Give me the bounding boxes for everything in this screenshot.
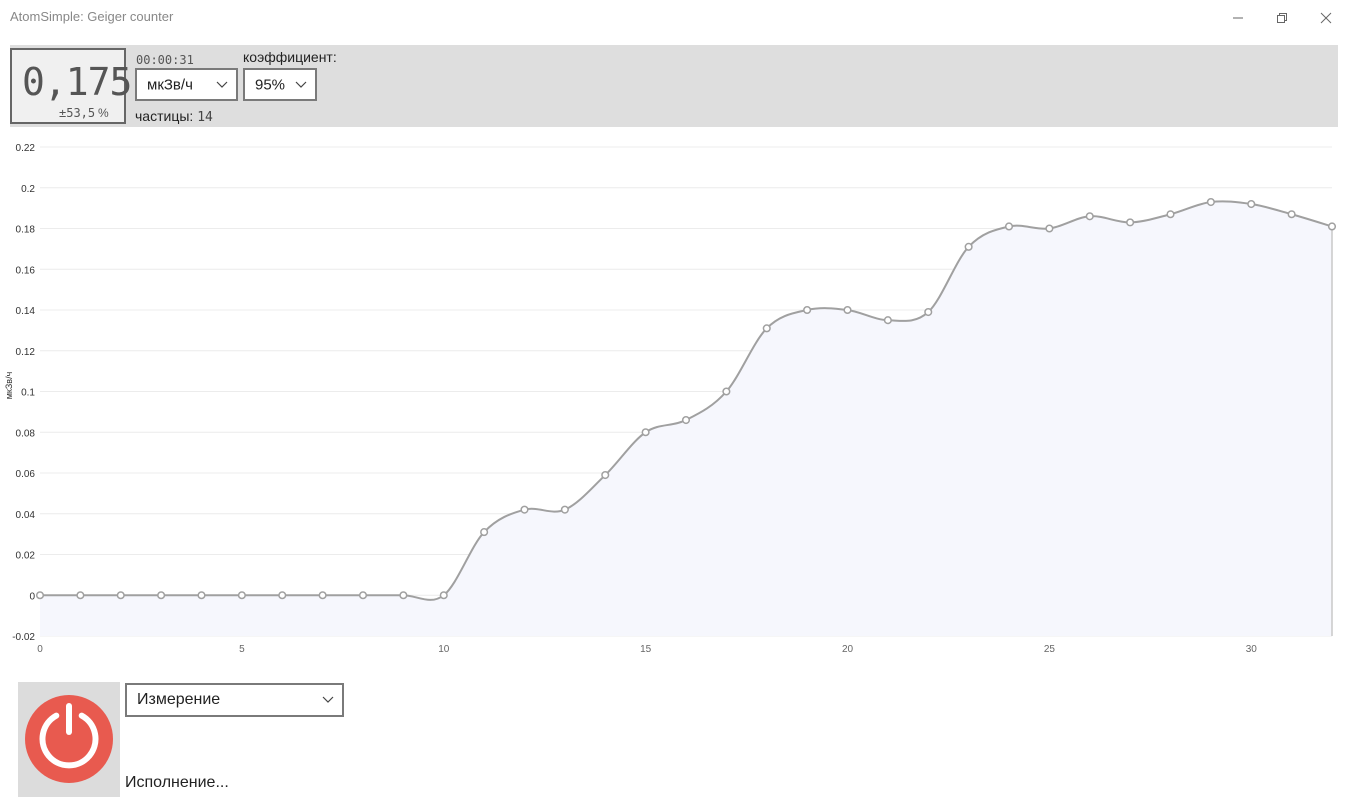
unit-select[interactable]: мкЗв/ч [135, 68, 238, 101]
data-point [237, 591, 246, 600]
window-title: AtomSimple: Geiger counter [10, 9, 174, 24]
particles-label: частицы: [135, 108, 194, 124]
data-point [641, 428, 650, 437]
y-axis-label: мкЗв/ч [4, 371, 14, 399]
data-point [1327, 222, 1337, 231]
y-tick-label: 0.08 [16, 428, 36, 439]
data-point [803, 305, 812, 315]
x-tick-label: 10 [438, 644, 450, 655]
data-point [439, 591, 448, 600]
mode-select-value: Измерение [137, 691, 221, 708]
chevron-down-icon [216, 81, 228, 88]
y-tick-label: 0.02 [16, 551, 36, 562]
data-point [1247, 200, 1256, 209]
mode-select[interactable]: Измерение [125, 683, 344, 717]
data-point [762, 324, 771, 333]
data-point [964, 242, 973, 251]
data-point [924, 307, 933, 317]
data-point [1166, 210, 1175, 219]
error-unit: % [98, 106, 109, 120]
data-point [843, 305, 852, 315]
power-icon [25, 695, 113, 783]
data-point [1004, 222, 1014, 231]
unit-select-value: мкЗв/ч [147, 76, 193, 93]
x-tick-label: 30 [1246, 644, 1258, 655]
particles-count: 14 [197, 110, 213, 125]
particles-readout: частицы: 14 [135, 108, 213, 125]
y-tick-label: 0.14 [16, 306, 36, 317]
data-point [480, 528, 489, 537]
chevron-down-icon [295, 81, 307, 88]
close-button[interactable] [1306, 4, 1346, 32]
data-point [1126, 218, 1135, 227]
x-tick-label: 0 [37, 644, 43, 655]
y-tick-label: 0 [29, 591, 35, 602]
data-point [278, 591, 287, 600]
data-point [318, 591, 327, 600]
data-point [35, 591, 45, 600]
title-bar: AtomSimple: Geiger counter [0, 0, 1350, 36]
chevron-down-icon [322, 696, 334, 703]
y-tick-label: 0.06 [16, 469, 36, 480]
data-point [116, 591, 125, 600]
y-tick-label: 0.18 [16, 225, 36, 236]
data-point [197, 591, 206, 600]
y-tick-label: 0.12 [16, 347, 36, 358]
data-point [1206, 197, 1215, 207]
data-point [157, 591, 166, 600]
elapsed-timer: 00:00:31 [136, 53, 194, 67]
coefficient-select[interactable]: 95% [243, 68, 317, 101]
error-value: ±53,5 [59, 106, 96, 120]
x-tick-label: 5 [239, 644, 245, 655]
x-tick-label: 20 [842, 644, 854, 655]
data-point [722, 387, 731, 396]
close-icon [1320, 12, 1332, 24]
data-point [1085, 212, 1094, 221]
y-tick-label: 0.1 [21, 388, 35, 399]
dose-rate-chart: -0.0200.020.040.060.080.10.120.140.160.1… [4, 143, 1337, 655]
minimize-button[interactable] [1218, 4, 1258, 32]
minimize-icon [1233, 17, 1243, 19]
y-tick-label: -0.02 [12, 632, 35, 643]
x-tick-label: 25 [1044, 644, 1056, 655]
data-point [601, 470, 610, 480]
data-point [883, 316, 892, 325]
data-point [1045, 224, 1054, 233]
x-tick-label: 15 [640, 644, 652, 655]
restore-icon [1277, 13, 1287, 23]
data-point [1287, 210, 1296, 219]
data-point [681, 415, 691, 425]
power-button[interactable] [18, 682, 120, 797]
y-tick-label: 0.22 [16, 143, 36, 154]
y-tick-label: 0.16 [16, 265, 36, 276]
y-tick-label: 0.04 [16, 510, 36, 521]
data-point [358, 591, 368, 600]
data-point [399, 591, 408, 600]
dose-rate-display: 0,175 ±53,5 % [10, 48, 132, 124]
coefficient-select-value: 95% [255, 76, 286, 93]
data-point [76, 591, 85, 600]
y-tick-label: 0.2 [21, 184, 35, 195]
status-text: Исполнение... [125, 774, 229, 791]
restore-button[interactable] [1262, 4, 1302, 32]
dose-rate-value: 0,175 [22, 60, 132, 104]
coefficient-label: коэффициент: [243, 49, 337, 65]
data-point [520, 505, 529, 514]
data-point [560, 505, 569, 514]
